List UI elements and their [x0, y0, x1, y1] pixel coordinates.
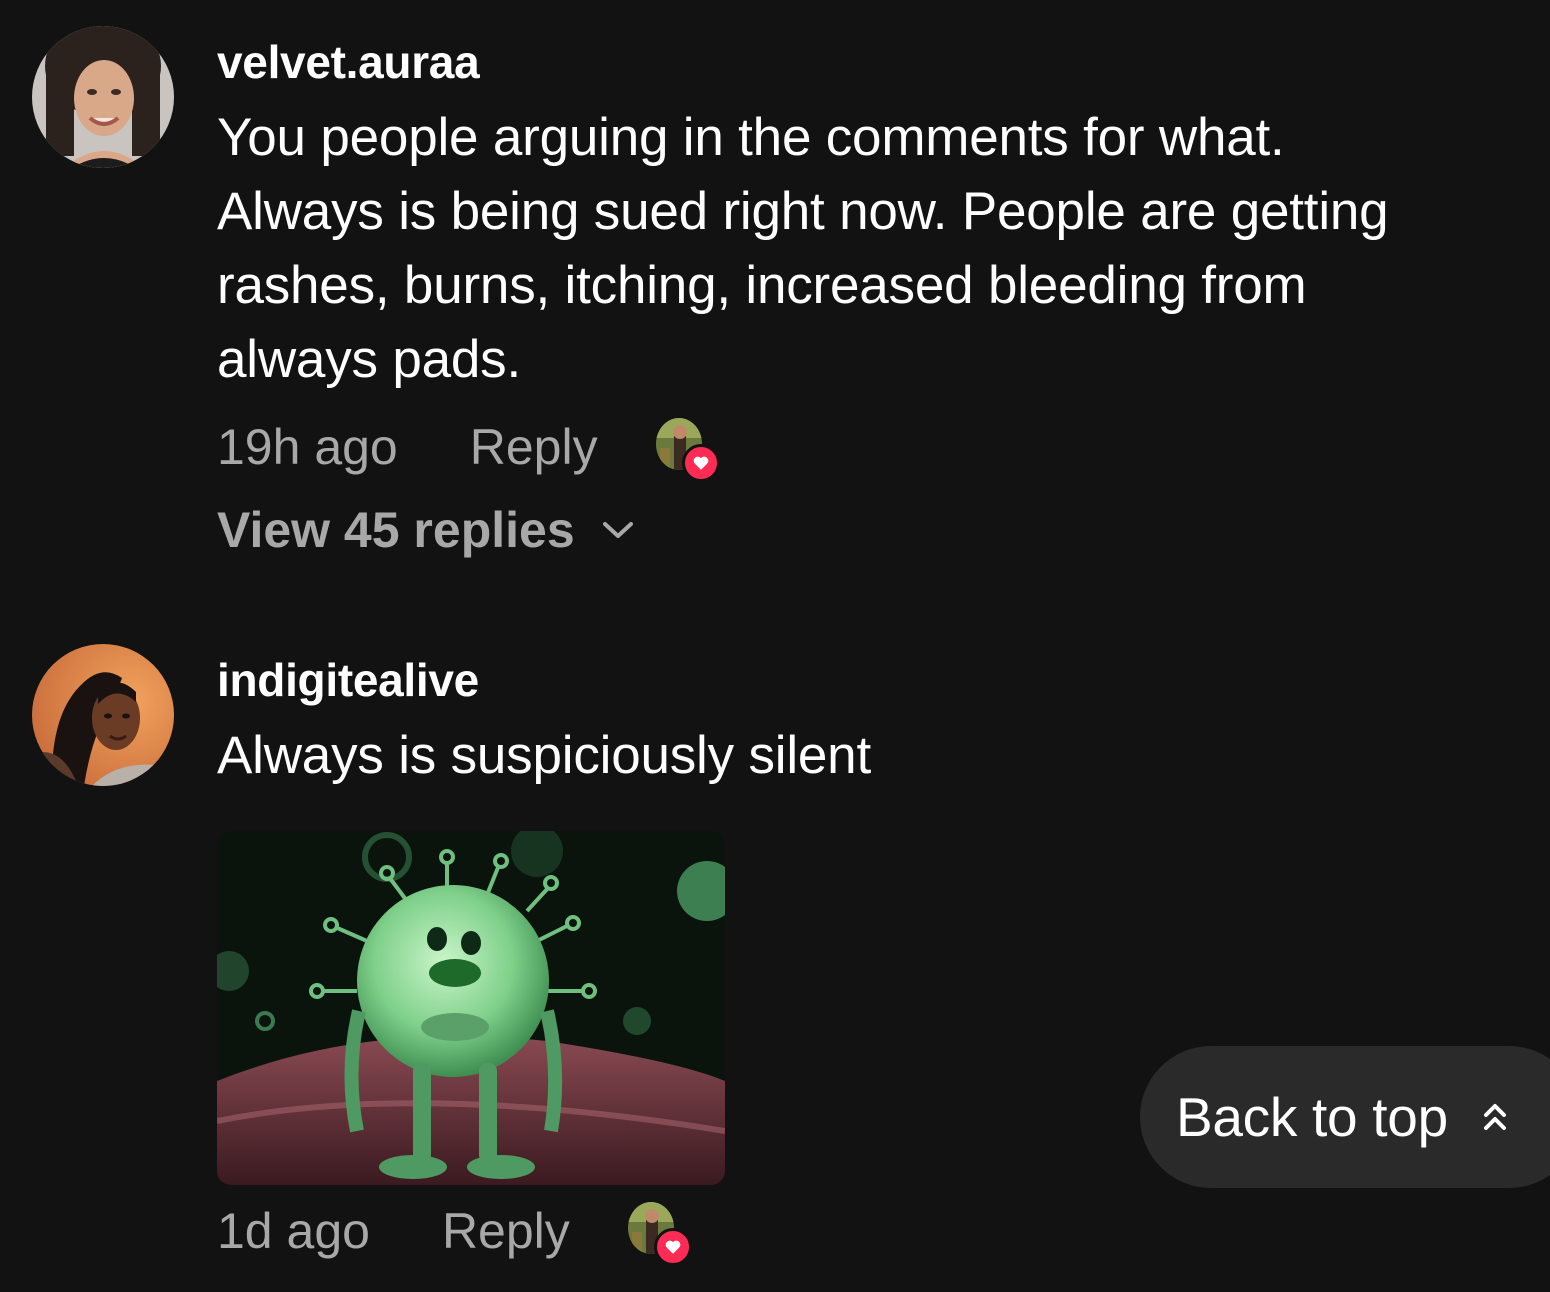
double-chevron-up-icon	[1483, 1104, 1506, 1130]
heart-icon	[681, 444, 720, 482]
comment-timestamp: 19h ago	[217, 419, 398, 475]
green-virus-gif-icon	[217, 831, 725, 1185]
view-replies-label: View 45 replies	[217, 502, 575, 558]
comment-meta: 1d ago Reply	[217, 1199, 1530, 1266]
comment-timestamp: 1d ago	[217, 1203, 370, 1259]
creator-liked-badge	[655, 418, 720, 482]
comment-meta: 19h ago Reply	[217, 415, 1530, 482]
comment-username[interactable]: velvet.auraa	[217, 39, 1530, 85]
user-avatar[interactable]	[32, 26, 174, 168]
comment-text: You people arguing in the comments for w…	[217, 108, 1389, 389]
comments-panel: velvet.auraa You people arguing in the c…	[0, 0, 1550, 1292]
user-avatar-photo-icon	[32, 644, 174, 786]
back-to-top-label: Back to top	[1176, 1086, 1448, 1148]
reply-button[interactable]: Reply	[470, 418, 598, 476]
chevron-down-icon	[602, 522, 633, 538]
comment-text: Always is suspiciously silent	[217, 726, 871, 785]
reply-button[interactable]: Reply	[442, 1202, 570, 1260]
back-to-top-button[interactable]: Back to top	[1140, 1046, 1550, 1188]
creator-liked-badge	[627, 1202, 692, 1266]
comment-username[interactable]: indigitealive	[217, 657, 1530, 703]
comment-gif-attachment[interactable]	[217, 831, 725, 1185]
user-avatar-photo-icon	[32, 26, 174, 168]
heart-icon	[653, 1228, 692, 1266]
view-replies-button[interactable]: View 45 replies	[217, 501, 1530, 559]
user-avatar[interactable]	[32, 644, 174, 786]
